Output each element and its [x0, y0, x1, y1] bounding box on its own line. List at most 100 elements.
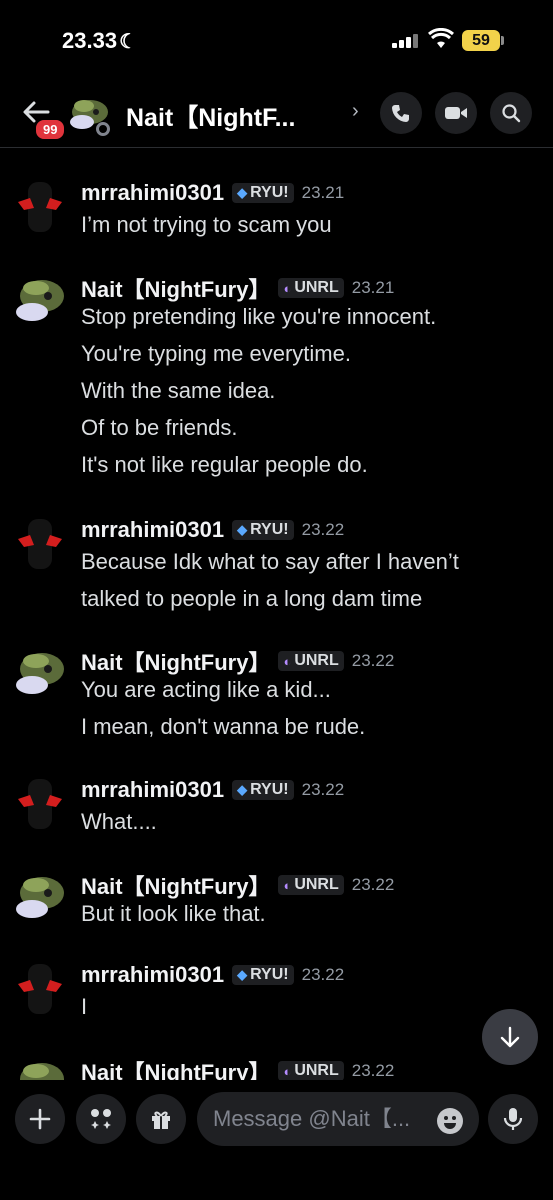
- apps-button[interactable]: [76, 1094, 126, 1144]
- message-content: Because Idk what to say after I haven’t …: [81, 547, 459, 621]
- timestamp: 23.22: [301, 780, 345, 799]
- jump-to-present-button[interactable]: [482, 1009, 538, 1065]
- avatar[interactable]: [12, 869, 68, 925]
- username[interactable]: mrrahimi0301: [81, 962, 224, 988]
- voice-message-button[interactable]: [488, 1094, 538, 1144]
- username[interactable]: mrrahimi0301: [81, 180, 224, 206]
- message-line: Because Idk what to say after I haven’t: [81, 549, 459, 574]
- battery-level: 59: [472, 32, 490, 49]
- message-content: I’m not trying to scam you: [81, 210, 332, 247]
- moon-icon: ☾: [119, 31, 137, 53]
- avatar[interactable]: [12, 777, 68, 833]
- moon-tag-icon: ◐: [283, 280, 292, 296]
- tag-label: RYU!: [250, 781, 289, 798]
- add-attachment-button[interactable]: [15, 1094, 65, 1144]
- search-button[interactable]: [490, 92, 532, 134]
- tag-label: RYU!: [250, 521, 289, 538]
- message-line: You are acting like a kid...: [81, 677, 331, 702]
- message-header: mrrahimi0301 ◆ RYU! 23.22: [81, 962, 344, 988]
- tag-label: RYU!: [250, 184, 289, 201]
- username[interactable]: Nait【NightFury】: [81, 272, 270, 304]
- username[interactable]: Nait【NightFury】: [81, 645, 270, 677]
- timestamp: 23.21: [301, 183, 345, 202]
- username[interactable]: Nait【NightFury】: [81, 1055, 270, 1080]
- message-line: Of to be friends.: [81, 415, 238, 440]
- message-content: I: [81, 992, 87, 1029]
- microphone-icon: [503, 1108, 523, 1130]
- timestamp: 23.22: [301, 520, 345, 539]
- page-title[interactable]: Nait【NightF...: [126, 98, 295, 134]
- username[interactable]: Nait【NightFury】: [81, 869, 270, 901]
- message-header: Nait【NightFury】 ◐ UNRL 23.22: [81, 645, 394, 677]
- timestamp: 23.22: [351, 875, 395, 894]
- gift-button[interactable]: [136, 1094, 186, 1144]
- offline-status-icon: [96, 122, 110, 136]
- signal-icon: [392, 34, 420, 48]
- arrow-down-icon: [500, 1026, 520, 1048]
- message-header: Nait【NightFury】 ◐ UNRL 23.22: [81, 869, 394, 901]
- avatar[interactable]: [12, 517, 68, 573]
- flame-icon: ◆: [237, 522, 248, 537]
- timestamp: 23.22: [301, 965, 345, 984]
- message-header: Nait【NightFury】 ◐ UNRL 23.21: [81, 272, 394, 304]
- timestamp: 23.22: [351, 651, 395, 670]
- server-tag[interactable]: ◐ UNRL: [278, 651, 344, 671]
- phone-icon: [392, 105, 409, 122]
- timestamp: 23.21: [351, 278, 395, 297]
- server-tag[interactable]: ◆ RYU!: [232, 780, 294, 800]
- battery-icon: 59: [462, 30, 500, 51]
- status-time: 23.33 ☾: [62, 28, 137, 54]
- avatar[interactable]: [12, 272, 68, 328]
- video-call-button[interactable]: [435, 92, 477, 134]
- clock-text: 23.33: [62, 28, 118, 53]
- message-line: talked to people in a long dam time: [81, 586, 423, 611]
- tag-label: UNRL: [294, 652, 339, 669]
- timestamp: 23.22: [351, 1061, 395, 1080]
- avatar[interactable]: [12, 645, 68, 701]
- message-content: Stop pretending like you're innocent. Yo…: [81, 302, 436, 487]
- moon-tag-icon: ◐: [283, 1063, 292, 1079]
- message-line: You're typing me everytime.: [81, 341, 351, 366]
- moon-tag-icon: ◐: [283, 653, 292, 669]
- moon-tag-icon: ◐: [283, 877, 292, 893]
- tag-label: UNRL: [294, 1062, 339, 1079]
- gift-icon: [152, 1111, 170, 1129]
- avatar[interactable]: [12, 1055, 68, 1080]
- server-tag[interactable]: ◐ UNRL: [278, 875, 344, 895]
- video-camera-icon: [445, 107, 467, 119]
- username[interactable]: mrrahimi0301: [81, 517, 224, 543]
- wifi-icon: [428, 28, 454, 48]
- message-list[interactable]: mrrahimi0301 ◆ RYU! 23.21 I’m not trying …: [0, 150, 553, 1080]
- message-content: What....: [81, 807, 157, 844]
- avatar[interactable]: [12, 962, 68, 1018]
- status-bar: 23.33 ☾ 59: [0, 0, 553, 80]
- battery-tip: [501, 36, 504, 45]
- tag-label: UNRL: [294, 279, 339, 296]
- username[interactable]: mrrahimi0301: [81, 777, 224, 803]
- server-tag[interactable]: ◐ UNRL: [278, 278, 344, 298]
- server-tag[interactable]: ◆ RYU!: [232, 965, 294, 985]
- unread-badge: 99: [34, 118, 67, 141]
- message-line: But it look like that.: [81, 901, 266, 926]
- flame-icon: ◆: [237, 782, 248, 797]
- message-line: Stop pretending like you're innocent.: [81, 304, 437, 329]
- flame-icon: ◆: [237, 185, 248, 200]
- message-header: mrrahimi0301 ◆ RYU! 23.22: [81, 517, 344, 543]
- tag-label: UNRL: [294, 876, 339, 893]
- voice-call-button[interactable]: [380, 92, 422, 134]
- server-tag[interactable]: ◆ RYU!: [232, 520, 294, 540]
- plus-icon: [29, 1108, 51, 1130]
- apps-icon: [91, 1109, 111, 1129]
- message-line: What....: [81, 809, 157, 834]
- message-line: It's not like regular people do.: [81, 452, 368, 477]
- search-icon: [502, 104, 521, 123]
- message-composer: [0, 1082, 553, 1200]
- message-content: But it look like that.: [81, 899, 266, 936]
- message-line: I mean, don't wanna be rude.: [81, 714, 366, 739]
- emoji-icon[interactable]: [437, 1108, 463, 1134]
- chevron-right-icon[interactable]: ›: [352, 100, 359, 123]
- avatar[interactable]: [12, 180, 68, 236]
- server-tag[interactable]: ◐ UNRL: [278, 1061, 344, 1080]
- chat-header: 99 Nait【NightF... ›: [0, 80, 553, 148]
- server-tag[interactable]: ◆ RYU!: [232, 183, 294, 203]
